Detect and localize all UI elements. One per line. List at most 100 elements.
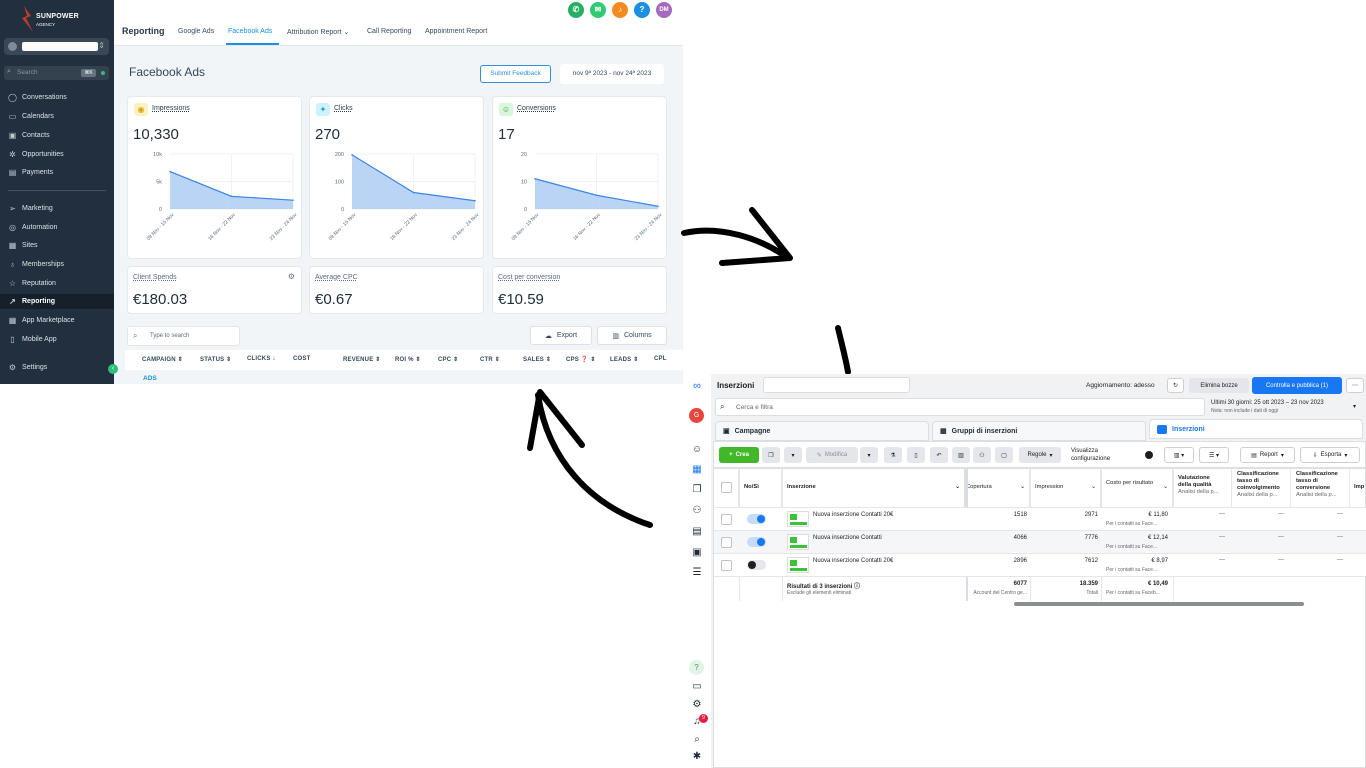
table-icon[interactable]: ▦ xyxy=(690,464,704,475)
col-campaign[interactable]: CAMPAIGN ⇕ xyxy=(142,356,183,363)
col-roi[interactable]: ROI % ⇕ xyxy=(395,356,421,363)
news-icon[interactable]: ▭ xyxy=(690,681,704,692)
ad-row[interactable]: Nuova inserzione Contatti 4066 7776 € 12… xyxy=(714,530,1366,553)
duplicate-icon[interactable]: ❐ xyxy=(762,447,780,463)
columns-icon[interactable]: ▥ ▾ xyxy=(1164,447,1194,463)
rules-button[interactable]: Regole ▾ xyxy=(1019,447,1061,463)
sidebar-item-reputation[interactable]: ☆ Reputation xyxy=(8,276,112,291)
duplicate-dropdown-icon[interactable]: ▾ xyxy=(784,447,802,463)
ad-name[interactable]: Nuova inserzione Contatti 20€ xyxy=(813,558,893,564)
col-reach[interactable]: Copertura ⌄ xyxy=(966,469,1030,507)
row-checkbox[interactable] xyxy=(721,537,732,548)
table-search-input[interactable]: ⌕ Type to search xyxy=(127,326,240,346)
col-leads[interactable]: LEADS ⇕ xyxy=(610,356,638,363)
collapse-sidebar-button[interactable]: ‹ xyxy=(108,364,118,374)
sidebar-item-opportunities[interactable]: ✲ Opportunities xyxy=(8,147,112,162)
col-conversion-ranking[interactable]: Classificazione tasso di conversione Anal… xyxy=(1291,469,1350,507)
help-icon[interactable]: ? xyxy=(634,2,650,18)
delivery-toggle[interactable] xyxy=(747,514,766,524)
col-cost[interactable]: COST xyxy=(293,356,310,362)
col-cost-per-result[interactable]: Costo per risultato ⌄ xyxy=(1101,469,1173,507)
breakdown-icon[interactable]: ☰ ▾ xyxy=(1199,447,1229,463)
campaign-name-field[interactable] xyxy=(763,377,910,393)
undo-icon[interactable]: ↶ xyxy=(930,447,948,463)
search-filter-input[interactable]: ⌕ Cerca e filtra xyxy=(715,398,1205,416)
col-revenue[interactable]: REVENUE ⇕ xyxy=(343,356,381,363)
col-ctr[interactable]: CTR ⇕ xyxy=(480,356,500,363)
ad-row[interactable]: Nuova inserzione Contatti 20€ 1518 2971 … xyxy=(714,507,1366,530)
col-sales[interactable]: SALES ⇕ xyxy=(523,356,551,363)
col-engagement-ranking[interactable]: Classificazione tasso di coinvolgimento A… xyxy=(1232,469,1291,507)
audience-icon[interactable]: ⚇ xyxy=(973,447,991,463)
review-publish-button[interactable]: Controlla e pubblica (1) xyxy=(1252,377,1342,394)
gear-icon[interactable]: ⚙ xyxy=(690,699,704,710)
col-impressions[interactable]: Impression ⌄ xyxy=(1030,469,1101,507)
tab-call-reporting[interactable]: Call Reporting xyxy=(367,28,411,35)
sidebar-item-contacts[interactable]: ▣ Contacts xyxy=(8,128,112,143)
row-checkbox[interactable] xyxy=(721,514,732,525)
delivery-toggle[interactable] xyxy=(747,537,766,547)
comment-icon[interactable]: ▢ xyxy=(995,447,1013,463)
audience-icon[interactable]: ⚇ xyxy=(690,505,704,516)
events-icon[interactable]: ▣ xyxy=(690,547,704,558)
sidebar-item-payments[interactable]: ▤ Payments xyxy=(8,165,112,180)
select-all-checkbox[interactable] xyxy=(721,482,732,493)
tab-gruppi-inserzioni[interactable]: ▦ Gruppi di inserzioni xyxy=(932,421,1146,441)
config-toggle[interactable] xyxy=(1145,451,1153,459)
flask-icon[interactable]: ⚗ xyxy=(884,447,902,463)
sidebar-search[interactable]: ⌕ Search ⌘K xyxy=(4,66,109,80)
discard-drafts-button[interactable]: Elimina bozze xyxy=(1189,378,1249,393)
delivery-toggle[interactable] xyxy=(747,560,766,570)
report-button[interactable]: ▤ Report ▾ xyxy=(1240,447,1295,463)
pages-icon[interactable]: ❐ xyxy=(690,484,704,495)
help-icon[interactable]: ? xyxy=(689,660,704,675)
phone-icon[interactable]: ✆ xyxy=(568,2,584,18)
ad-name[interactable]: Nuova inserzione Contatti 20€ xyxy=(813,512,893,518)
date-range-selector[interactable]: Ultimi 30 giorni: 25 ott 2023 – 23 nov 2… xyxy=(1207,398,1362,416)
bell-icon[interactable]: ♪ xyxy=(612,2,628,18)
user-avatar[interactable]: G xyxy=(689,408,704,423)
col-more[interactable]: Imp xyxy=(1350,469,1366,507)
export-button[interactable]: ⇩ Esporta ▾ xyxy=(1300,447,1360,463)
campaign-row-ads[interactable]: ADS xyxy=(143,375,157,382)
tab-facebook-ads[interactable]: Facebook Ads xyxy=(228,28,272,35)
tab-appointment-report[interactable]: Appointment Report xyxy=(425,28,487,35)
account-switcher[interactable]: ⇕ xyxy=(4,38,109,55)
catalog-icon[interactable]: ▤ xyxy=(690,526,704,537)
sidebar-item-automation[interactable]: ◎ Automation xyxy=(8,220,112,235)
export-button[interactable]: ☁ Export xyxy=(530,326,592,345)
tab-attribution-report[interactable]: Attribution Report ⌄ xyxy=(287,28,349,36)
row-checkbox[interactable] xyxy=(721,560,732,571)
sidebar-item-sites[interactable]: ▦ Sites xyxy=(8,238,112,253)
col-cpc[interactable]: CPC ⇕ xyxy=(438,356,458,363)
sidebar-item-settings[interactable]: ⚙ Settings xyxy=(8,360,112,375)
edit-button[interactable]: ✎ Modifica xyxy=(806,447,858,463)
col-ad-name[interactable]: Inserzione ⌄ xyxy=(782,469,966,507)
more-icon[interactable]: ⋯ xyxy=(1346,378,1364,393)
tab-campagne[interactable]: ▣ Campagne xyxy=(715,421,929,441)
create-button[interactable]: + Crea xyxy=(719,447,759,463)
ad-row[interactable]: Nuova inserzione Contatti 20€ 2896 7612 … xyxy=(714,553,1366,576)
sidebar-item-conversations[interactable]: ◯ Conversations xyxy=(8,90,112,105)
menu-icon[interactable]: ☰ xyxy=(690,567,704,578)
gear-icon[interactable]: ⚙ xyxy=(288,272,295,281)
horizontal-scrollbar[interactable] xyxy=(1014,602,1304,606)
date-range-picker[interactable]: nov 9ª 2023 - nov 24ª 2023 xyxy=(560,64,664,84)
col-cpl[interactable]: CPL xyxy=(654,356,667,362)
clipboard-icon[interactable]: ▯ xyxy=(907,447,925,463)
col-cps[interactable]: CPS ❓ ⇕ xyxy=(566,356,596,363)
columns-button[interactable]: ▥ Columns xyxy=(597,326,667,345)
col-status[interactable]: STATUS ⇕ xyxy=(200,356,231,363)
sidebar-item-mobile-app[interactable]: ▯ Mobile App xyxy=(8,332,112,347)
trash-icon[interactable]: ▥ xyxy=(952,447,970,463)
user-avatar[interactable]: DM xyxy=(656,2,672,18)
edit-dropdown-icon[interactable]: ▾ xyxy=(860,447,878,463)
submit-feedback-button[interactable]: Submit Feedback xyxy=(480,65,551,83)
smiley-icon[interactable]: ☺ xyxy=(690,444,704,455)
sidebar-item-app-marketplace[interactable]: ▦ App Marketplace xyxy=(8,313,112,328)
refresh-icon[interactable]: ↻ xyxy=(1167,378,1184,393)
sidebar-item-reporting[interactable]: ↗ Reporting xyxy=(0,294,114,309)
sidebar-item-calendars[interactable]: ▭ Calendars xyxy=(8,109,112,124)
col-onoff[interactable]: No/Sì xyxy=(739,469,782,507)
tab-inserzioni[interactable]: Inserzioni xyxy=(1149,419,1363,439)
